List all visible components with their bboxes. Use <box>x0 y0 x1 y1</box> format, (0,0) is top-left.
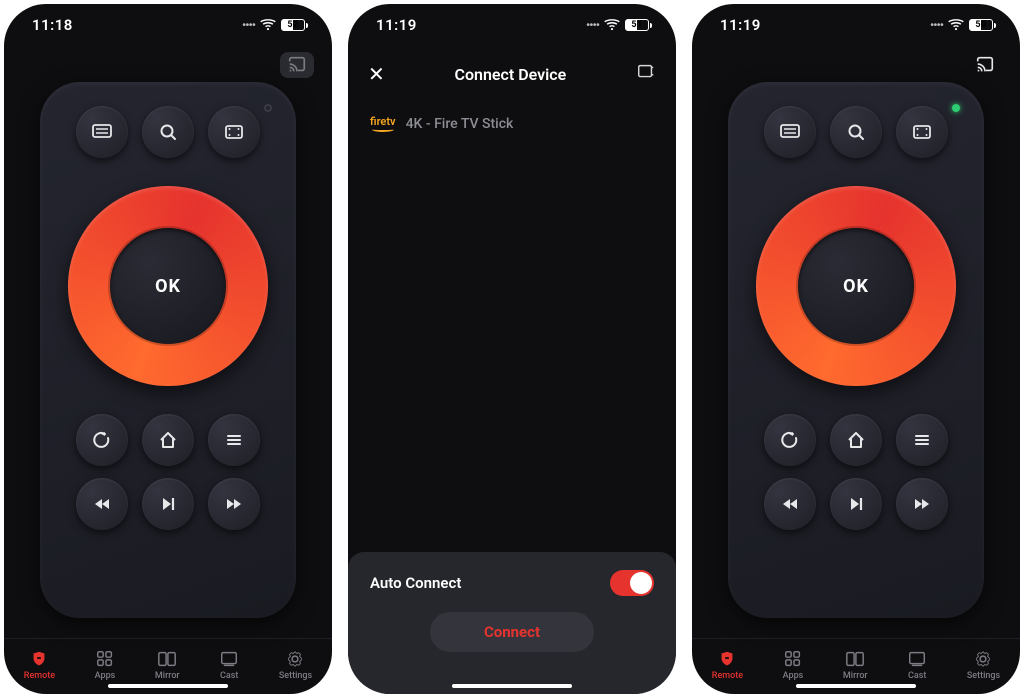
bottom-sheet: Auto Connect Connect <box>348 552 676 694</box>
wifi-icon <box>947 16 965 34</box>
home-indicator[interactable] <box>452 684 572 688</box>
fast-forward-button[interactable] <box>208 478 260 530</box>
connect-button[interactable]: Connect <box>430 612 594 652</box>
device-row[interactable]: firetv 4K - Fire TV Stick <box>370 116 654 132</box>
status-bar: 11:18 •••• 52 <box>4 4 332 46</box>
tab-cast[interactable]: Cast <box>907 649 927 681</box>
tab-cast[interactable]: Cast <box>219 649 239 681</box>
home-button[interactable] <box>142 414 194 466</box>
cast-status-button[interactable] <box>968 52 1002 78</box>
status-time: 11:18 <box>32 16 73 34</box>
tab-mirror[interactable]: Mirror <box>843 649 868 681</box>
tab-remote[interactable]: Remote <box>712 649 743 681</box>
close-button[interactable]: ✕ <box>368 64 385 84</box>
home-indicator[interactable] <box>796 684 916 688</box>
cellular-icon: •••• <box>930 18 943 32</box>
battery-indicator: 50 <box>969 19 996 31</box>
ok-button[interactable]: OK <box>110 228 226 344</box>
guide-icon[interactable] <box>636 62 656 86</box>
search-button[interactable] <box>142 106 194 158</box>
status-time: 11:19 <box>376 16 417 34</box>
cast-status-button[interactable] <box>280 52 314 78</box>
device-list: firetv 4K - Fire TV Stick <box>348 96 676 552</box>
wifi-icon <box>603 16 621 34</box>
remote-body: OK <box>40 82 296 618</box>
wifi-icon <box>259 16 277 34</box>
rewind-button[interactable] <box>76 478 128 530</box>
header-title: Connect Device <box>455 65 567 84</box>
auto-connect-label: Auto Connect <box>370 574 461 592</box>
firetv-logo-icon: firetv <box>370 116 396 132</box>
rewind-button[interactable] <box>764 478 816 530</box>
back-button[interactable] <box>764 414 816 466</box>
home-button[interactable] <box>830 414 882 466</box>
connection-led-off <box>264 104 272 112</box>
modal-header: ✕ Connect Device <box>348 52 676 96</box>
menu-button[interactable] <box>208 414 260 466</box>
remote-body: OK <box>728 82 984 618</box>
ok-button[interactable]: OK <box>798 228 914 344</box>
swipe-mode-button[interactable] <box>896 106 948 158</box>
battery-indicator: 51 <box>625 19 652 31</box>
device-name: 4K - Fire TV Stick <box>406 116 514 132</box>
tab-settings[interactable]: Settings <box>279 649 312 681</box>
tab-remote[interactable]: Remote <box>24 649 55 681</box>
tab-settings[interactable]: Settings <box>967 649 1000 681</box>
status-time: 11:19 <box>720 16 761 34</box>
tab-apps[interactable]: Apps <box>783 649 804 681</box>
status-bar: 11:19 •••• 51 <box>348 4 676 46</box>
phone-screen-remote-connected: 11:19 •••• 50 OK <box>692 4 1020 694</box>
auto-connect-toggle[interactable] <box>610 570 654 596</box>
phone-screen-remote-disconnected: 11:18 •••• 52 OK <box>4 4 332 694</box>
keyboard-button[interactable] <box>764 106 816 158</box>
swipe-mode-button[interactable] <box>208 106 260 158</box>
cellular-icon: •••• <box>242 18 255 32</box>
dpad-ring[interactable]: OK <box>756 186 956 386</box>
keyboard-button[interactable] <box>76 106 128 158</box>
play-pause-button[interactable] <box>830 478 882 530</box>
search-button[interactable] <box>830 106 882 158</box>
play-pause-button[interactable] <box>142 478 194 530</box>
cellular-icon: •••• <box>586 18 599 32</box>
status-bar: 11:19 •••• 50 <box>692 4 1020 46</box>
home-indicator[interactable] <box>108 684 228 688</box>
back-button[interactable] <box>76 414 128 466</box>
tab-mirror[interactable]: Mirror <box>155 649 180 681</box>
fast-forward-button[interactable] <box>896 478 948 530</box>
dpad-ring[interactable]: OK <box>68 186 268 386</box>
connection-led-on <box>952 104 960 112</box>
menu-button[interactable] <box>896 414 948 466</box>
tab-apps[interactable]: Apps <box>95 649 116 681</box>
phone-screen-connect-device: 11:19 •••• 51 ✕ Connect Device firetv 4K… <box>348 4 676 694</box>
battery-indicator: 52 <box>281 19 308 31</box>
